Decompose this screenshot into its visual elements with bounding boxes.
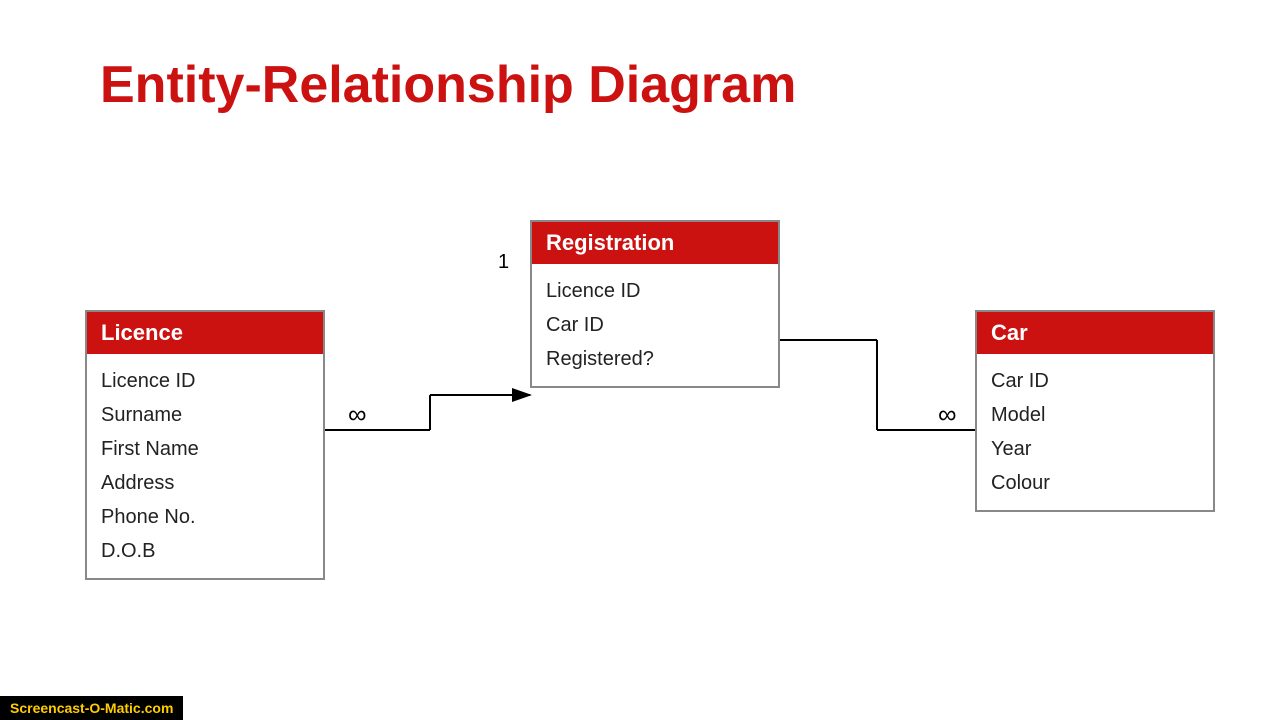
registration-entity: Registration Licence ID Car ID Registere…: [530, 220, 780, 388]
licence-field-1: Licence ID: [101, 364, 309, 398]
car-field-2: Model: [991, 398, 1199, 432]
car-field-4: Colour: [991, 466, 1199, 500]
licence-body: Licence ID Surname First Name Address Ph…: [87, 354, 323, 578]
licence-header: Licence: [87, 312, 323, 354]
licence-field-4: Address: [101, 466, 309, 500]
registration-field-1: Licence ID: [546, 274, 764, 308]
cardinality-car-label: ∞: [938, 399, 957, 429]
watermark: Screencast-O-Matic.com: [0, 696, 183, 720]
registration-body: Licence ID Car ID Registered?: [532, 264, 778, 386]
cardinality-one-label: 1: [498, 251, 509, 273]
licence-field-3: First Name: [101, 432, 309, 466]
licence-entity: Licence Licence ID Surname First Name Ad…: [85, 310, 325, 580]
licence-field-6: D.O.B: [101, 534, 309, 568]
page-title: Entity-Relationship Diagram: [100, 55, 796, 115]
registration-field-3: Registered?: [546, 342, 764, 376]
licence-field-2: Surname: [101, 398, 309, 432]
cardinality-licence-label: ∞: [348, 399, 367, 429]
watermark-text-yellow: .com: [141, 700, 174, 716]
car-field-1: Car ID: [991, 364, 1199, 398]
car-body: Car ID Model Year Colour: [977, 354, 1213, 510]
registration-field-2: Car ID: [546, 308, 764, 342]
car-field-3: Year: [991, 432, 1199, 466]
registration-header: Registration: [532, 222, 778, 264]
watermark-text-black: Screencast-O-Matic: [10, 700, 141, 716]
car-header: Car: [977, 312, 1213, 354]
car-entity: Car Car ID Model Year Colour: [975, 310, 1215, 512]
licence-field-5: Phone No.: [101, 500, 309, 534]
